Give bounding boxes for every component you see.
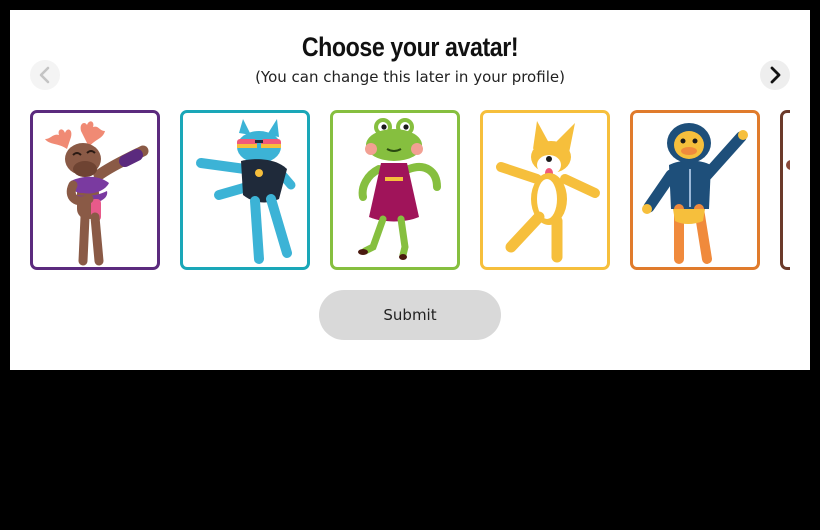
avatar-carousel (30, 110, 790, 272)
avatar-card-duck[interactable] (630, 110, 760, 270)
chevron-left-icon (39, 66, 50, 84)
submit-button[interactable]: Submit (319, 290, 501, 340)
moose-avatar-icon (45, 121, 149, 266)
next-button[interactable] (760, 60, 790, 90)
avatar-card-cat[interactable] (180, 110, 310, 270)
avatar-card-corgi[interactable] (480, 110, 610, 270)
previous-button[interactable] (30, 60, 60, 90)
chevron-right-icon (770, 66, 781, 84)
dialog-title: Choose your avatar! (301, 32, 519, 62)
duck-avatar-icon (642, 123, 748, 264)
frog-avatar-icon (358, 118, 441, 260)
partial-avatar-icon (786, 160, 790, 170)
dialog-subtitle: (You can change this later in your profi… (255, 68, 565, 86)
corgi-avatar-icon (496, 121, 600, 263)
avatar-dialog: Choose your avatar! (You can change this… (10, 10, 810, 370)
cat-avatar-icon (196, 119, 296, 264)
avatar-card-moose[interactable] (30, 110, 160, 270)
avatar-card-partial[interactable] (780, 110, 790, 270)
avatar-card-frog[interactable] (330, 110, 460, 270)
